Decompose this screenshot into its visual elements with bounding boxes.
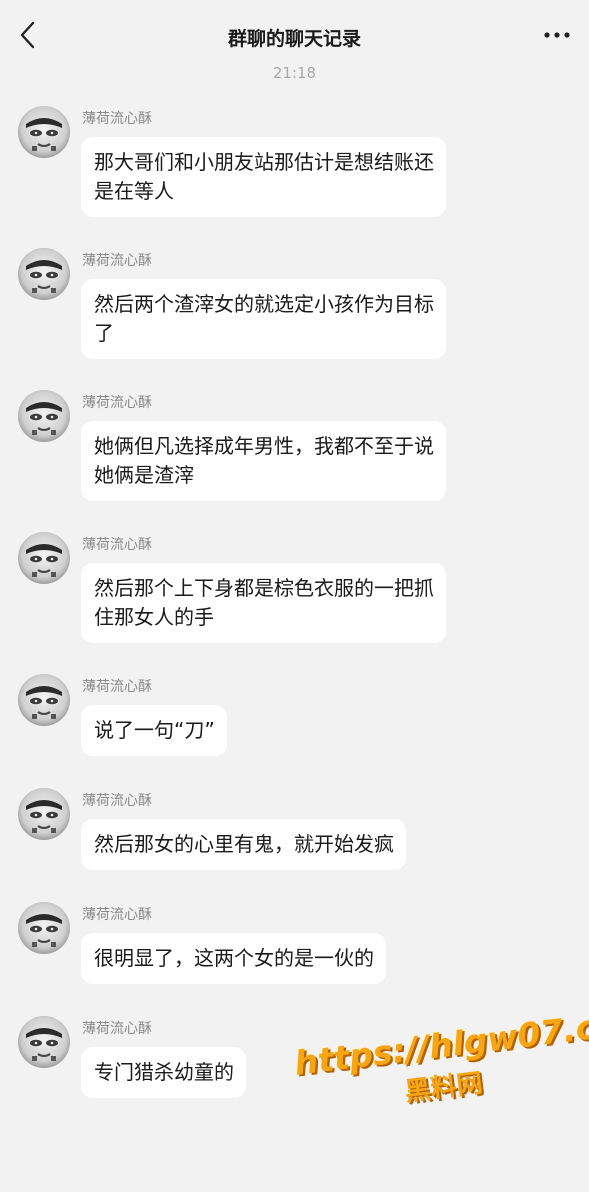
message-text-line: 那大哥们和小朋友站那估计是想结账还: [94, 150, 434, 174]
message-text-line: 她俩是渣滓: [94, 463, 194, 487]
watermark: https://hlgw07.com 黑料网: [292, 1000, 589, 1156]
sender-name: 薄荷流心酥: [82, 395, 152, 411]
avatar[interactable]: [18, 1016, 70, 1068]
avatar[interactable]: [18, 248, 70, 300]
message-bubble[interactable]: 说了一句“刀”: [81, 705, 227, 756]
message-text-line: 住那女人的手: [94, 605, 214, 629]
message-text-line: 说了一句“刀”: [94, 718, 215, 742]
avatar[interactable]: [18, 902, 70, 954]
sender-name: 薄荷流心酥: [82, 907, 152, 923]
avatar[interactable]: [18, 674, 70, 726]
top-bar: 群聊的聊天记录: [0, 0, 589, 66]
message-bubble[interactable]: 专门猎杀幼童的: [81, 1047, 246, 1098]
sender-name: 薄荷流心酥: [82, 537, 152, 553]
message-text-line: 然后两个渣滓女的就选定小孩作为目标: [94, 292, 434, 316]
sender-name: 薄荷流心酥: [82, 679, 152, 695]
avatar[interactable]: [18, 390, 70, 442]
message-text-line: 专门猎杀幼童的: [94, 1060, 234, 1084]
message-text-line: 然后那女的心里有鬼，就开始发疯: [94, 832, 394, 856]
message-text-line: 了: [94, 321, 114, 345]
message-text-line: 是在等人: [94, 179, 174, 203]
avatar[interactable]: [18, 532, 70, 584]
message-text-line: 然后那个上下身都是棕色衣服的一把抓: [94, 576, 434, 600]
sender-name: 薄荷流心酥: [82, 793, 152, 809]
message-bubble[interactable]: 然后两个渣滓女的就选定小孩作为目标了: [81, 279, 446, 359]
ellipsis-icon: [544, 32, 570, 38]
sender-name: 薄荷流心酥: [82, 253, 152, 269]
sender-name: 薄荷流心酥: [82, 111, 152, 127]
page-title: 群聊的聊天记录: [227, 28, 361, 50]
message-bubble[interactable]: 然后那个上下身都是棕色衣服的一把抓 住那女人的手: [81, 563, 446, 643]
message-text-line: 她俩但凡选择成年男性，我都不至于说: [94, 434, 434, 458]
message-bubble[interactable]: 那大哥们和小朋友站那估计是想结账还 是在等人: [81, 137, 446, 217]
timestamp: 21:18: [272, 64, 317, 82]
message-bubble[interactable]: 很明显了，这两个女的是一伙的: [81, 933, 386, 984]
message-text-line: 很明显了，这两个女的是一伙的: [94, 946, 374, 970]
more-button[interactable]: [541, 22, 573, 48]
avatar[interactable]: [18, 788, 70, 840]
avatar[interactable]: [18, 106, 70, 158]
message-bubble[interactable]: 她俩但凡选择成年男性，我都不至于说 她俩是渣滓: [81, 421, 446, 501]
sender-name: 薄荷流心酥: [82, 1021, 152, 1037]
message-bubble[interactable]: 然后那女的心里有鬼，就开始发疯: [81, 819, 406, 870]
